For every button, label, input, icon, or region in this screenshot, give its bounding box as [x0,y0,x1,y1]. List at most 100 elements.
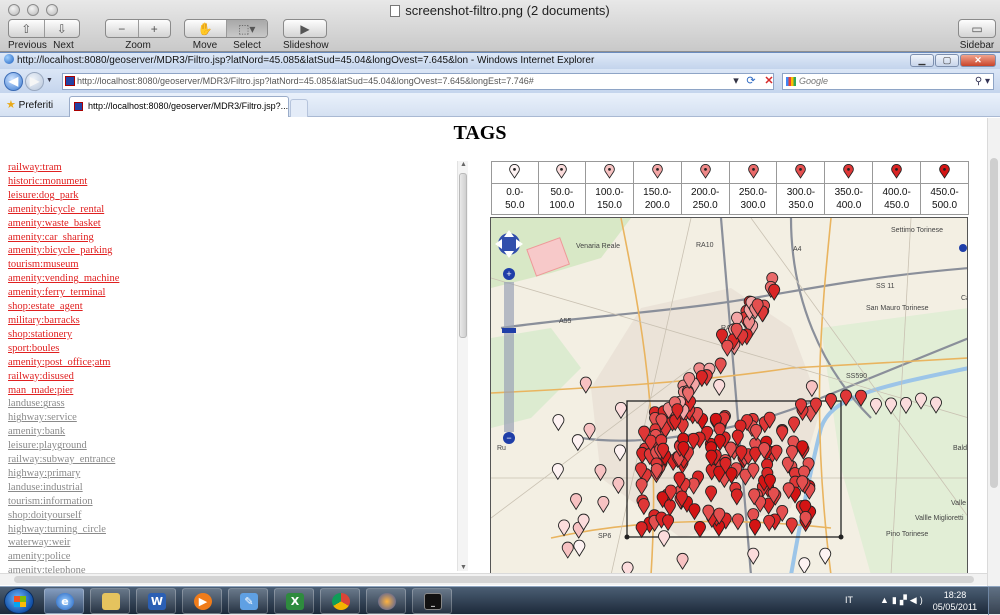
tag-link[interactable]: amenity:vending_machine [8,272,448,286]
tag-link[interactable]: tourism:museum [8,258,448,272]
search-input[interactable]: Google ⚲ ▾ [782,73,994,90]
map-place-label: Ru [497,445,506,452]
tag-link[interactable]: tourism:information [8,495,448,509]
page-vertical-thumb[interactable] [990,158,998,488]
scrollbar-thumb[interactable] [459,173,467,338]
tag-link[interactable]: highway:service [8,411,448,425]
taskbar-ie[interactable]: e [44,588,84,614]
taskbar-chrome[interactable] [320,588,360,614]
taskbar-excel[interactable]: X [274,588,314,614]
scroll-down-icon[interactable]: ▼ [458,564,469,571]
tag-link[interactable]: sport:boules [8,342,448,356]
taskbar-terminal[interactable]: _ [412,588,452,614]
system-tray[interactable]: ▲▮▞◀) [880,595,926,606]
viewer-window-title: screenshot-filtro.png (2 documents) [0,3,1000,18]
new-tab-button[interactable] [290,99,308,117]
tag-link[interactable]: amenity:waste_basket [8,217,448,231]
tag-link[interactable]: historic:monument [8,175,448,189]
tag-link[interactable]: railway:tram [8,161,448,175]
tag-link[interactable]: amenity:ferry_terminal [8,286,448,300]
tag-link[interactable]: man_made:pier [8,384,448,398]
browser-tab[interactable]: http://localhost:8080/geoserver/MDR3/Fil… [69,96,289,117]
tag-link[interactable]: amenity:car_sharing [8,231,448,245]
tag-link[interactable]: highway:turning_circle [8,523,448,537]
tray-up-arrow-icon[interactable]: ▲ [880,595,892,605]
zoom-out-button[interactable]: − [106,20,138,37]
slideshow-button[interactable]: ▶ [284,20,326,37]
tag-link[interactable]: leisure:playground [8,439,448,453]
legend-marker-icon [537,161,587,184]
tag-link[interactable]: amenity:police [8,550,448,564]
word-icon: W [148,593,166,610]
tag-link[interactable]: highway:primary [8,467,448,481]
selection-handle[interactable] [624,534,630,540]
move-tool-button[interactable]: ✋ [185,20,226,37]
scroll-up-icon[interactable]: ▲ [458,161,469,168]
sidebar-button[interactable]: ▭ [959,20,995,37]
tag-link[interactable]: amenity:post_office;atm [8,356,448,370]
back-button[interactable]: ◀ [4,72,23,91]
network-icon[interactable]: ▞ [900,595,910,605]
selection-icon: ⬚▾ [238,21,256,36]
map-view[interactable]: Venaria RealeRA10A4A55RA10SS 11Settimo T… [490,217,968,574]
favorites-button[interactable]: ★ Preferiti [6,98,53,111]
folder-icon [102,593,120,610]
page-horizontal-scrollbar[interactable] [0,573,987,585]
tag-link[interactable]: landuse:industrial [8,481,448,495]
map-place-label: Settimo Torinese [891,227,943,234]
tag-link[interactable]: amenity:bicycle_rental [8,203,448,217]
taskbar-paint[interactable]: ✎ [228,588,268,614]
address-input[interactable]: http://localhost:8080/geoserver/MDR3/Fil… [62,73,774,90]
language-indicator[interactable]: IT [845,595,853,605]
zoom-slider[interactable]: + − [502,268,516,444]
tag-link[interactable]: railway:disused [8,370,448,384]
battery-icon[interactable]: ▮ [892,595,900,605]
selection-handle[interactable] [838,534,844,540]
show-desktop-button[interactable] [988,587,1000,615]
map-canvas[interactable]: Venaria RealeRA10A4A55RA10SS 11Settimo T… [491,218,968,574]
zoom-in-button[interactable]: + [137,20,171,37]
page-favicon [65,76,75,86]
search-icon[interactable]: ⚲ ▾ [975,74,990,89]
tag-link[interactable]: waterway:weir [8,536,448,550]
tag-link[interactable]: military:barracks [8,314,448,328]
tag-link[interactable]: amenity:bank [8,425,448,439]
tag-link[interactable]: shop:doityourself [8,509,448,523]
taskbar-word[interactable]: W [136,588,176,614]
tag-link[interactable]: shop:stationery [8,328,448,342]
tag-list: railway:tram historic:monument leisure:dog… [8,161,448,578]
map-place-label: Valle Ceppi [951,500,968,507]
volume-icon[interactable]: ◀) [910,595,926,605]
legend-marker-icon [728,161,778,184]
stop-icon[interactable]: ✕ [761,74,777,89]
close-button[interactable]: ✕ [960,54,996,67]
history-dropdown-icon[interactable]: ▼ [46,77,53,84]
start-button[interactable] [4,588,34,614]
tag-link[interactable]: shop:estate_agent [8,300,448,314]
tag-list-scrollbar[interactable]: ▲ ▼ [457,161,468,571]
minimize-button[interactable]: ▁ [910,54,934,67]
next-button[interactable]: ⇩ [43,20,80,37]
layer-switcher-button[interactable] [959,244,967,252]
page-vertical-scrollbar[interactable] [987,118,1000,587]
taskbar-firefox[interactable] [366,588,406,614]
tag-link[interactable]: leisure:dog_park [8,189,448,203]
map-place-label: SS590 [846,373,867,380]
previous-label: Previous [8,40,47,51]
windows-taskbar: e W ▶ ✎ X _ IT ▲▮▞◀) 18:28 05/05/2011 [0,586,1000,615]
select-tool-button[interactable]: ⬚▾ [225,20,267,37]
legend-marker-icon [824,161,874,184]
forward-button[interactable]: ▶ [25,72,44,91]
taskbar-media-player[interactable]: ▶ [182,588,222,614]
taskbar-explorer[interactable] [90,588,130,614]
restore-button[interactable]: ▢ [935,54,959,67]
page-horizontal-thumb[interactable] [14,576,974,583]
tag-link[interactable]: landuse:grass [8,397,448,411]
clock[interactable]: 18:28 05/05/2011 [930,589,980,613]
previous-button[interactable]: ⇧ [9,20,44,37]
tag-link[interactable]: amenity:bicycle_parking [8,244,448,258]
address-dropdown-icon[interactable]: ▾ [728,74,744,89]
hand-icon: ✋ [197,21,213,36]
refresh-icon[interactable]: ⟳ [743,74,759,89]
tag-link[interactable]: railway:subway_entrance [8,453,448,467]
